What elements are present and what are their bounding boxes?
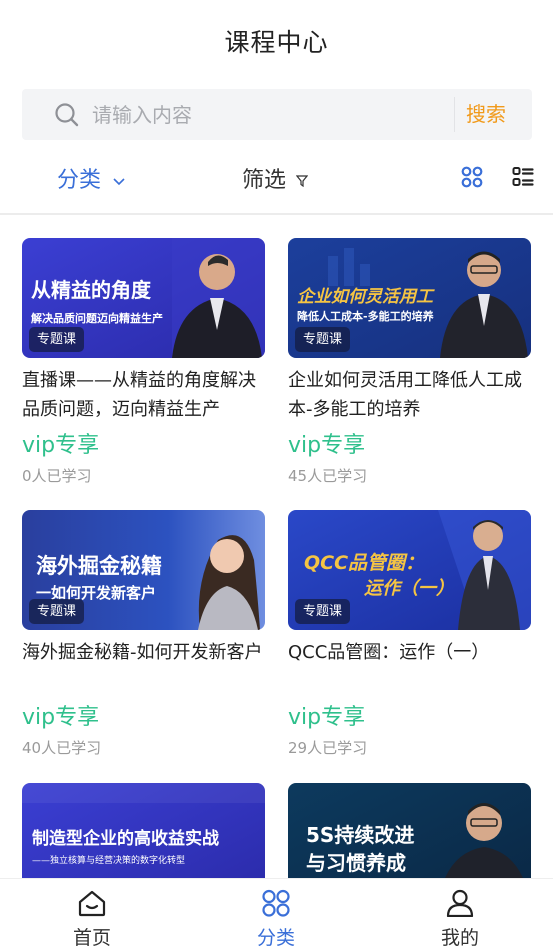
filter-bar: 分类 筛选 bbox=[0, 150, 553, 212]
course-thumbnail: 企业如何灵活用工 降低人工成本-多能工的培养 专题课 bbox=[288, 238, 531, 358]
bottom-tab-bar: 首页 分类 我的 bbox=[0, 878, 553, 952]
course-thumbnail: QCC品管圈： 运作（一） 专题课 bbox=[288, 510, 531, 630]
thumbnail-subheading: 降低人工成本-多能工的培养 bbox=[297, 310, 434, 323]
header: 课程中心 bbox=[0, 0, 553, 80]
chevron-down-icon bbox=[113, 167, 125, 192]
category-icon bbox=[261, 889, 291, 921]
course-thumbnail: 海外掘金秘籍 一如何开发新客户 专题课 bbox=[22, 510, 265, 630]
thumbnail-subheading: 运作（一） bbox=[364, 578, 454, 599]
vip-label: vip专享 bbox=[22, 433, 100, 458]
course-card[interactable]: 企业如何灵活用工 降低人工成本-多能工的培养 专题课 企业如何灵活用工降低人工成… bbox=[288, 238, 531, 487]
course-thumbnail: 制造型企业的高收益实战 ——独立核算与经营决策的数字化转型 bbox=[22, 783, 265, 878]
thumbnail-subheading: 解决品质问题迈向精益生产 bbox=[31, 312, 163, 325]
course-title: 海外掘金秘籍-如何开发新客户 bbox=[22, 642, 263, 663]
tab-category[interactable]: 分类 bbox=[184, 879, 368, 952]
thumbnail-subheading: ——独立核算与经营决策的数字化转型 bbox=[32, 856, 186, 866]
tab-mine-label: 我的 bbox=[440, 927, 479, 949]
funnel-icon bbox=[295, 168, 309, 193]
thumbnail-heading: 从精益的角度 bbox=[31, 278, 151, 302]
course-title: 直播课——从精益的角度解决品质问题，迈向精益生产 bbox=[22, 370, 256, 420]
thumbnail-heading: QCC品管圈： bbox=[304, 552, 425, 574]
screen-filter[interactable]: 筛选 bbox=[242, 162, 309, 194]
vip-label: vip专享 bbox=[288, 433, 366, 458]
learner-count: 0人已学习 bbox=[22, 467, 92, 485]
course-card[interactable]: 5S持续改进 与习惯养成 bbox=[288, 783, 531, 878]
search-input[interactable] bbox=[92, 102, 432, 127]
course-card[interactable]: 从精益的角度 解决品质问题迈向精益生产 专题课 直播课——从精益的角度解决品质问… bbox=[22, 238, 265, 487]
thumbnail-subheading: 与习惯养成 bbox=[306, 851, 406, 875]
category-filter-label: 分类 bbox=[57, 168, 102, 193]
course-grid: 从精益的角度 解决品质问题迈向精益生产 专题课 直播课——从精益的角度解决品质问… bbox=[0, 215, 553, 878]
learner-count: 45人已学习 bbox=[288, 467, 368, 485]
course-title: QCC品管圈：运作（一） bbox=[288, 642, 490, 663]
course-title: 企业如何灵活用工降低人工成本-多能工的培养 bbox=[288, 370, 522, 420]
thumbnail-heading: 企业如何灵活用工 bbox=[297, 287, 433, 307]
course-thumbnail: 5S持续改进 与习惯养成 bbox=[288, 783, 531, 878]
category-filter[interactable]: 分类 bbox=[57, 162, 125, 194]
screen-filter-label: 筛选 bbox=[242, 168, 287, 193]
search-bar: 搜索 bbox=[22, 89, 532, 140]
vip-label: vip专享 bbox=[288, 705, 366, 730]
thumbnail-heading: 5S持续改进 bbox=[306, 823, 415, 847]
thumbnail-heading: 制造型企业的高收益实战 bbox=[32, 829, 219, 849]
tab-category-label: 分类 bbox=[256, 927, 295, 949]
course-type-badge: 专题课 bbox=[29, 599, 85, 624]
home-icon bbox=[77, 889, 107, 921]
tab-home-label: 首页 bbox=[72, 927, 111, 949]
course-card[interactable]: 海外掘金秘籍 一如何开发新客户 专题课 海外掘金秘籍-如何开发新客户 vip专享… bbox=[22, 510, 265, 759]
search-divider bbox=[454, 97, 455, 132]
vip-label: vip专享 bbox=[22, 705, 100, 730]
course-card[interactable]: 制造型企业的高收益实战 ——独立核算与经营决策的数字化转型 bbox=[22, 783, 265, 878]
search-icon bbox=[54, 102, 80, 128]
course-thumbnail: 从精益的角度 解决品质问题迈向精益生产 专题课 bbox=[22, 238, 265, 358]
search-button[interactable]: 搜索 bbox=[466, 89, 506, 140]
thumbnail-heading: 海外掘金秘籍 bbox=[36, 554, 162, 578]
page-title: 课程中心 bbox=[224, 28, 329, 57]
course-type-badge: 专题课 bbox=[295, 327, 351, 352]
user-icon bbox=[445, 889, 475, 921]
grid-view-icon[interactable] bbox=[461, 166, 483, 192]
tab-home[interactable]: 首页 bbox=[0, 879, 184, 952]
course-type-badge: 专题课 bbox=[295, 599, 351, 624]
learner-count: 29人已学习 bbox=[288, 739, 368, 757]
tab-mine[interactable]: 我的 bbox=[368, 879, 552, 952]
learner-count: 40人已学习 bbox=[22, 739, 102, 757]
course-type-badge: 专题课 bbox=[29, 327, 85, 352]
course-card[interactable]: QCC品管圈： 运作（一） 专题课 QCC品管圈：运作（一） vip专享 29人… bbox=[288, 510, 531, 759]
list-view-icon[interactable] bbox=[512, 166, 534, 192]
